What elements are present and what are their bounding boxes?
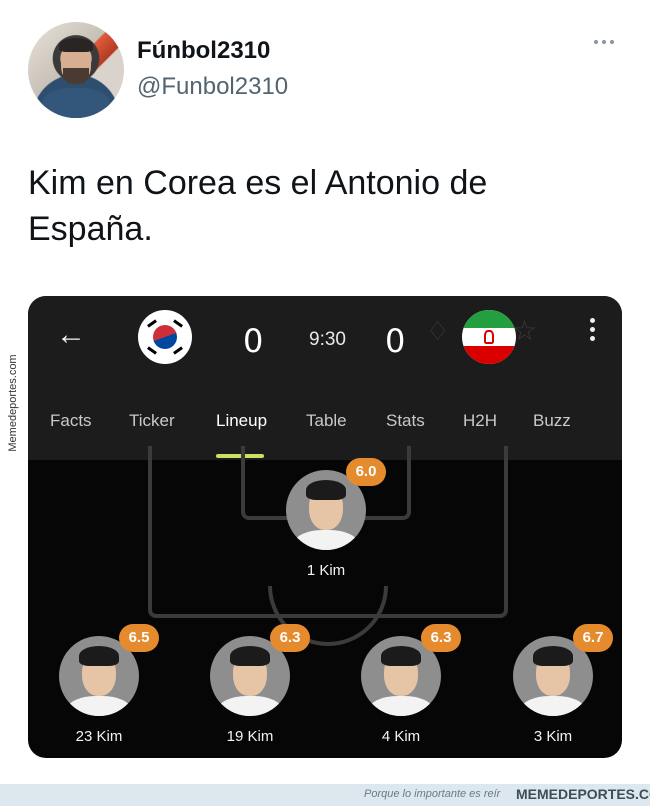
avatar-beard bbox=[63, 68, 89, 84]
home-score: 0 bbox=[243, 322, 264, 360]
user-handle[interactable]: @Funbol2310 bbox=[137, 73, 288, 101]
footer-slogan: Porque lo importante es reír bbox=[364, 788, 501, 800]
player-name: 23 Kim bbox=[75, 728, 123, 745]
star-icon[interactable]: ☆ bbox=[512, 314, 537, 347]
tab-lineup[interactable]: Lineup bbox=[216, 411, 267, 431]
player-name: 4 Kim bbox=[381, 728, 421, 745]
display-name[interactable]: Fúnbol2310 bbox=[137, 37, 270, 65]
tab-buzz[interactable]: Buzz bbox=[533, 411, 571, 431]
player-name: 19 Kim bbox=[226, 728, 274, 745]
tab-table[interactable]: Table bbox=[306, 411, 347, 431]
more-vertical-icon[interactable] bbox=[590, 318, 595, 341]
footer-brand[interactable]: MEMEDEPORTES.COM bbox=[516, 786, 650, 802]
player-card[interactable]: 6.7 3 Kim bbox=[513, 624, 613, 745]
player-name: 3 Kim bbox=[533, 728, 573, 745]
ellipsis-icon[interactable] bbox=[594, 40, 614, 44]
arrow-left-icon[interactable]: ← bbox=[56, 318, 86, 352]
side-watermark: Memedeportes.com bbox=[2, 340, 24, 466]
side-watermark-text: Memedeportes.com bbox=[7, 354, 19, 452]
player-rating: 6.3 bbox=[270, 624, 310, 652]
footer-banner: Porque lo importante es reír MEMEDEPORTE… bbox=[0, 784, 650, 806]
player-rating: 6.5 bbox=[119, 624, 159, 652]
tab-facts[interactable]: Facts bbox=[50, 411, 92, 431]
tweet-text: Kim en Corea es el Antonio de España. bbox=[28, 164, 488, 248]
away-score: 0 bbox=[385, 322, 406, 360]
player-rating: 6.3 bbox=[421, 624, 461, 652]
player-rating: 6.0 bbox=[346, 458, 386, 486]
iran-flag-icon bbox=[462, 310, 516, 364]
tab-ticker[interactable]: Ticker bbox=[129, 411, 175, 431]
player-card[interactable]: 6.3 4 Kim bbox=[361, 624, 461, 745]
player-card[interactable]: 6.5 23 Kim bbox=[59, 624, 159, 745]
player-name: 1 Kim bbox=[306, 562, 346, 579]
avatar[interactable] bbox=[28, 22, 124, 118]
avatar-shirt bbox=[42, 88, 110, 118]
player-card[interactable]: 6.0 1 Kim bbox=[286, 458, 386, 579]
avatar-hair bbox=[59, 38, 93, 52]
player-rating: 6.7 bbox=[573, 624, 613, 652]
tab-stats[interactable]: Stats bbox=[386, 411, 425, 431]
player-card[interactable]: 6.3 19 Kim bbox=[210, 624, 310, 745]
embedded-screenshot: ← 0 9:30 0 ♢ ☆ Facts Ticker Lineup Table… bbox=[28, 296, 622, 758]
match-header: ← 0 9:30 0 ♢ ☆ Facts Ticker Lineup Table… bbox=[28, 296, 622, 460]
south-korea-flag-icon bbox=[138, 310, 192, 364]
tab-h2h[interactable]: H2H bbox=[463, 411, 497, 431]
bell-icon[interactable]: ♢ bbox=[426, 316, 449, 347]
match-time: 9:30 bbox=[309, 329, 346, 350]
